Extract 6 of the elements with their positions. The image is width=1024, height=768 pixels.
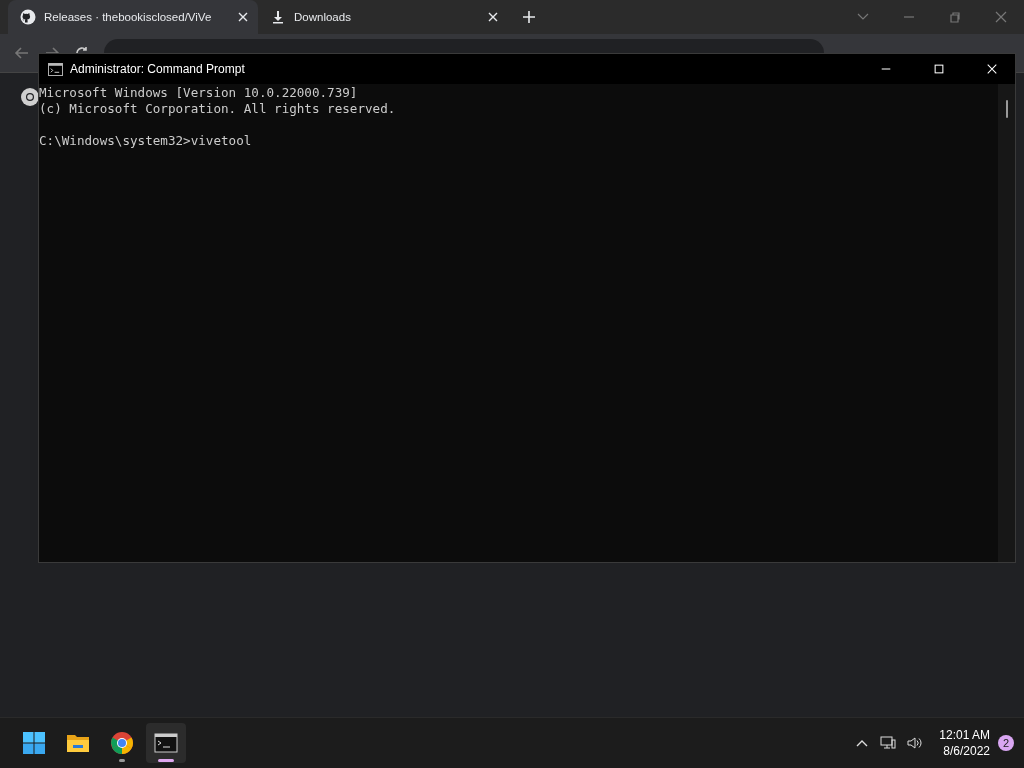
console-line: Microsoft Windows [Version 10.0.22000.739] bbox=[39, 85, 358, 100]
console-line: (c) Microsoft Corporation. All rights reserved. bbox=[39, 101, 396, 116]
tab-title: Downloads bbox=[294, 11, 352, 23]
tab-title: Releases · thebookisclosed/ViVe bbox=[44, 11, 213, 23]
console-line: C:\Windows\system32>vivetool bbox=[39, 133, 252, 148]
window-title: Administrator: Command Prompt bbox=[70, 62, 245, 76]
